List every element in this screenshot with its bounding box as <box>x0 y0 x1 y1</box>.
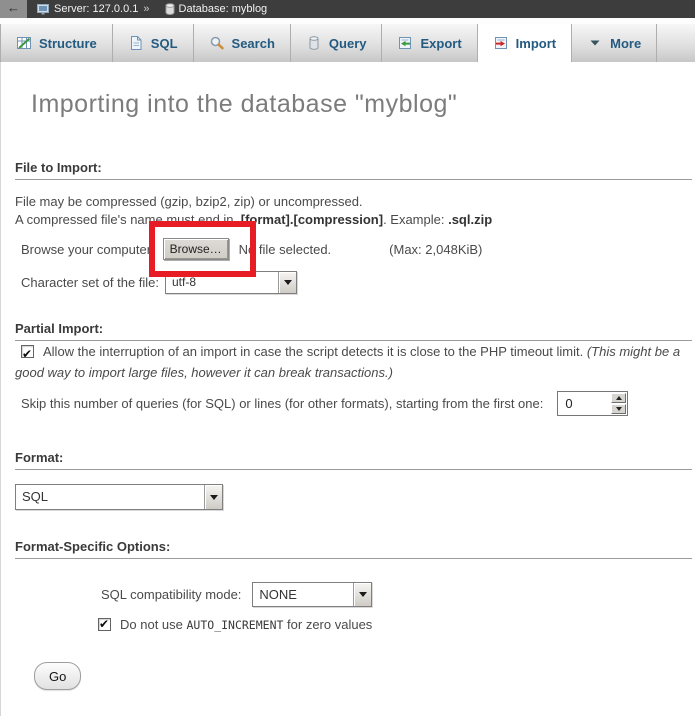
structure-icon <box>16 35 32 51</box>
chevron-down-icon[interactable] <box>353 583 371 606</box>
skip-queries-label: Skip this number of queries (for SQL) or… <box>21 396 543 411</box>
format-selected-value: SQL <box>16 485 204 509</box>
charset-selected-value: utf-8 <box>166 272 278 293</box>
max-upload-size: (Max: 2,048KiB) <box>389 242 482 257</box>
query-icon <box>306 35 322 51</box>
tab-label: Search <box>232 36 275 51</box>
auto-increment-option: Do not use AUTO_INCREMENT for zero value… <box>98 616 692 632</box>
file-help-text: File may be compressed (gzip, bzip2, zip… <box>15 193 692 229</box>
phpmyadmin-import-page: ← Server: 127.0.0.1 » Database: myblog S… <box>0 0 695 716</box>
sql-compatibility-select[interactable]: NONE <box>252 582 372 607</box>
tab-bar: Structure SQL Search Query Export <box>0 24 695 62</box>
breadcrumb-separator: » <box>143 3 149 15</box>
go-button[interactable]: Go <box>34 662 81 690</box>
tab-export[interactable]: Export <box>382 24 477 62</box>
auto-increment-text: Do not use AUTO_INCREMENT for zero value… <box>120 617 372 632</box>
chevron-down-icon[interactable] <box>204 485 222 509</box>
chevron-down-icon <box>587 35 603 51</box>
section-heading-format: Format: <box>15 450 692 470</box>
breadcrumb-database[interactable]: Database: myblog <box>179 3 268 15</box>
tab-sql[interactable]: SQL <box>113 24 194 62</box>
tab-search[interactable]: Search <box>194 24 291 62</box>
tab-label: Export <box>420 36 461 51</box>
tab-label: Import <box>516 36 556 51</box>
section-heading-file-to-import: File to Import: <box>15 160 692 180</box>
spinner-down-button[interactable] <box>611 404 626 414</box>
page-title: Importing into the database "myblog" <box>31 90 692 119</box>
back-button[interactable]: ← <box>0 0 27 18</box>
auto-increment-code: AUTO_INCREMENT <box>187 618 284 632</box>
tab-query[interactable]: Query <box>291 24 383 62</box>
main-content: Importing into the database "myblog" Fil… <box>0 62 695 716</box>
spinner-up-button[interactable] <box>611 393 626 403</box>
allow-interrupt-option: Allow the interruption of an import in c… <box>15 344 680 380</box>
tab-more[interactable]: More <box>572 24 657 62</box>
skip-queries-value: 0 <box>558 392 610 415</box>
browse-row: Browse your computer: Browse… No file se… <box>15 237 692 261</box>
no-file-selected-text: No file selected. <box>239 242 332 257</box>
charset-select[interactable]: utf-8 <box>165 271 297 294</box>
tab-structure[interactable]: Structure <box>0 24 113 62</box>
database-icon <box>165 3 175 15</box>
section-heading-partial-import: Partial Import: <box>15 321 692 341</box>
import-icon <box>493 35 509 51</box>
sql-compatibility-value: NONE <box>253 583 353 606</box>
breadcrumb-server[interactable]: Server: 127.0.0.1 <box>54 3 138 15</box>
back-arrow-icon: ← <box>7 0 20 15</box>
format-select[interactable]: SQL <box>15 484 223 510</box>
allow-interrupt-text: Allow the interruption of an import in c… <box>43 344 587 359</box>
tab-label: Structure <box>39 36 97 51</box>
tab-label: Query <box>329 36 367 51</box>
charset-row: Character set of the file: utf-8 <box>15 271 692 294</box>
auto-increment-checkbox[interactable] <box>98 618 111 631</box>
tab-import[interactable]: Import <box>478 24 572 62</box>
export-icon <box>397 35 413 51</box>
allow-interrupt-checkbox[interactable] <box>21 345 34 358</box>
tab-label: More <box>610 36 641 51</box>
skip-queries-row: Skip this number of queries (for SQL) or… <box>15 391 692 416</box>
tab-label: SQL <box>151 36 178 51</box>
search-icon <box>209 35 225 51</box>
browse-button[interactable]: Browse… <box>163 238 229 260</box>
sql-compatibility-label: SQL compatibility mode: <box>101 587 241 602</box>
sql-icon <box>128 35 144 51</box>
server-icon <box>37 3 50 15</box>
skip-queries-stepper[interactable]: 0 <box>557 391 628 416</box>
section-heading-format-options: Format-Specific Options: <box>15 539 692 559</box>
breadcrumb-bar: ← Server: 127.0.0.1 » Database: myblog <box>0 0 695 18</box>
chevron-down-icon[interactable] <box>278 272 296 293</box>
browse-label: Browse your computer: <box>21 242 155 257</box>
charset-label: Character set of the file: <box>21 275 165 290</box>
sql-compatibility-row: SQL compatibility mode: NONE <box>101 582 692 607</box>
